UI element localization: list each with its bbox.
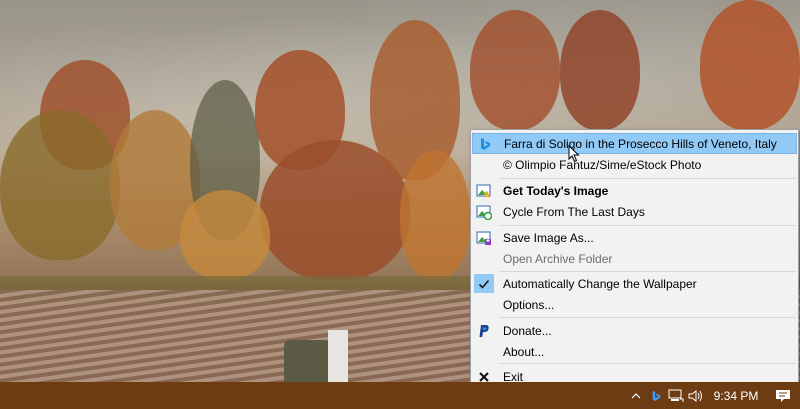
taskbar: 9:34 PM	[0, 382, 800, 409]
wallpaper-tree	[560, 10, 640, 130]
menu-item-label: Save Image As...	[503, 230, 594, 245]
tray-context-menu: Farra di Soligo in the Prosecco Hills of…	[470, 129, 799, 388]
wallpaper-tree	[470, 10, 560, 130]
wallpaper-tree	[400, 150, 470, 280]
menu-item-cycle[interactable]: Cycle From The Last Days	[472, 201, 797, 222]
notification-icon[interactable]	[766, 382, 800, 409]
wallpaper-shed	[284, 340, 332, 382]
chevron-up-icon[interactable]	[626, 382, 646, 409]
network-icon[interactable]	[666, 382, 686, 409]
menu-separator	[499, 363, 796, 364]
menu-item-auto-change[interactable]: Automatically Change the Wallpaper	[472, 273, 797, 294]
paypal-icon	[476, 323, 492, 339]
menu-item-copyright[interactable]: © Olimpio Fantuz/Sime/eStock Photo	[472, 154, 797, 175]
bing-icon	[477, 136, 493, 152]
menu-item-label: Options...	[503, 297, 555, 312]
wallpaper-shed-wall	[328, 330, 348, 382]
wallpaper-tree	[0, 110, 120, 260]
volume-icon[interactable]	[686, 382, 706, 409]
menu-item-donate[interactable]: Donate...	[472, 320, 797, 341]
image-star-icon	[476, 183, 492, 199]
clock[interactable]: 9:34 PM	[706, 382, 766, 409]
save-image-icon	[476, 230, 492, 246]
menu-item-label: © Olimpio Fantuz/Sime/eStock Photo	[503, 157, 702, 172]
menu-item-label: Get Today's Image	[503, 183, 609, 198]
mouse-cursor-icon	[568, 145, 580, 163]
menu-item-label: Cycle From The Last Days	[503, 204, 645, 219]
menu-item-open-archive: Open Archive Folder	[472, 248, 797, 269]
menu-item-label: Open Archive Folder	[503, 251, 613, 266]
menu-item-label: Automatically Change the Wallpaper	[503, 276, 697, 291]
menu-item-image-title[interactable]: Farra di Soligo in the Prosecco Hills of…	[472, 133, 797, 154]
menu-item-get-today[interactable]: Get Today's Image	[472, 180, 797, 201]
menu-item-label: About...	[503, 344, 545, 359]
checkmark-icon	[476, 276, 492, 292]
menu-separator	[499, 178, 796, 179]
menu-item-label: Farra di Soligo in the Prosecco Hills of…	[504, 136, 777, 151]
menu-separator	[499, 225, 796, 226]
menu-item-save-as[interactable]: Save Image As...	[472, 227, 797, 248]
image-refresh-icon	[476, 204, 492, 220]
menu-item-about[interactable]: About...	[472, 341, 797, 362]
menu-separator	[499, 317, 796, 318]
menu-item-label: Donate...	[503, 323, 552, 338]
wallpaper-tree	[700, 0, 800, 130]
menu-item-options[interactable]: Options...	[472, 294, 797, 315]
system-tray: 9:34 PM	[626, 382, 800, 409]
wallpaper-tree	[180, 190, 270, 280]
menu-separator	[499, 271, 796, 272]
bing-icon[interactable]	[646, 382, 666, 409]
